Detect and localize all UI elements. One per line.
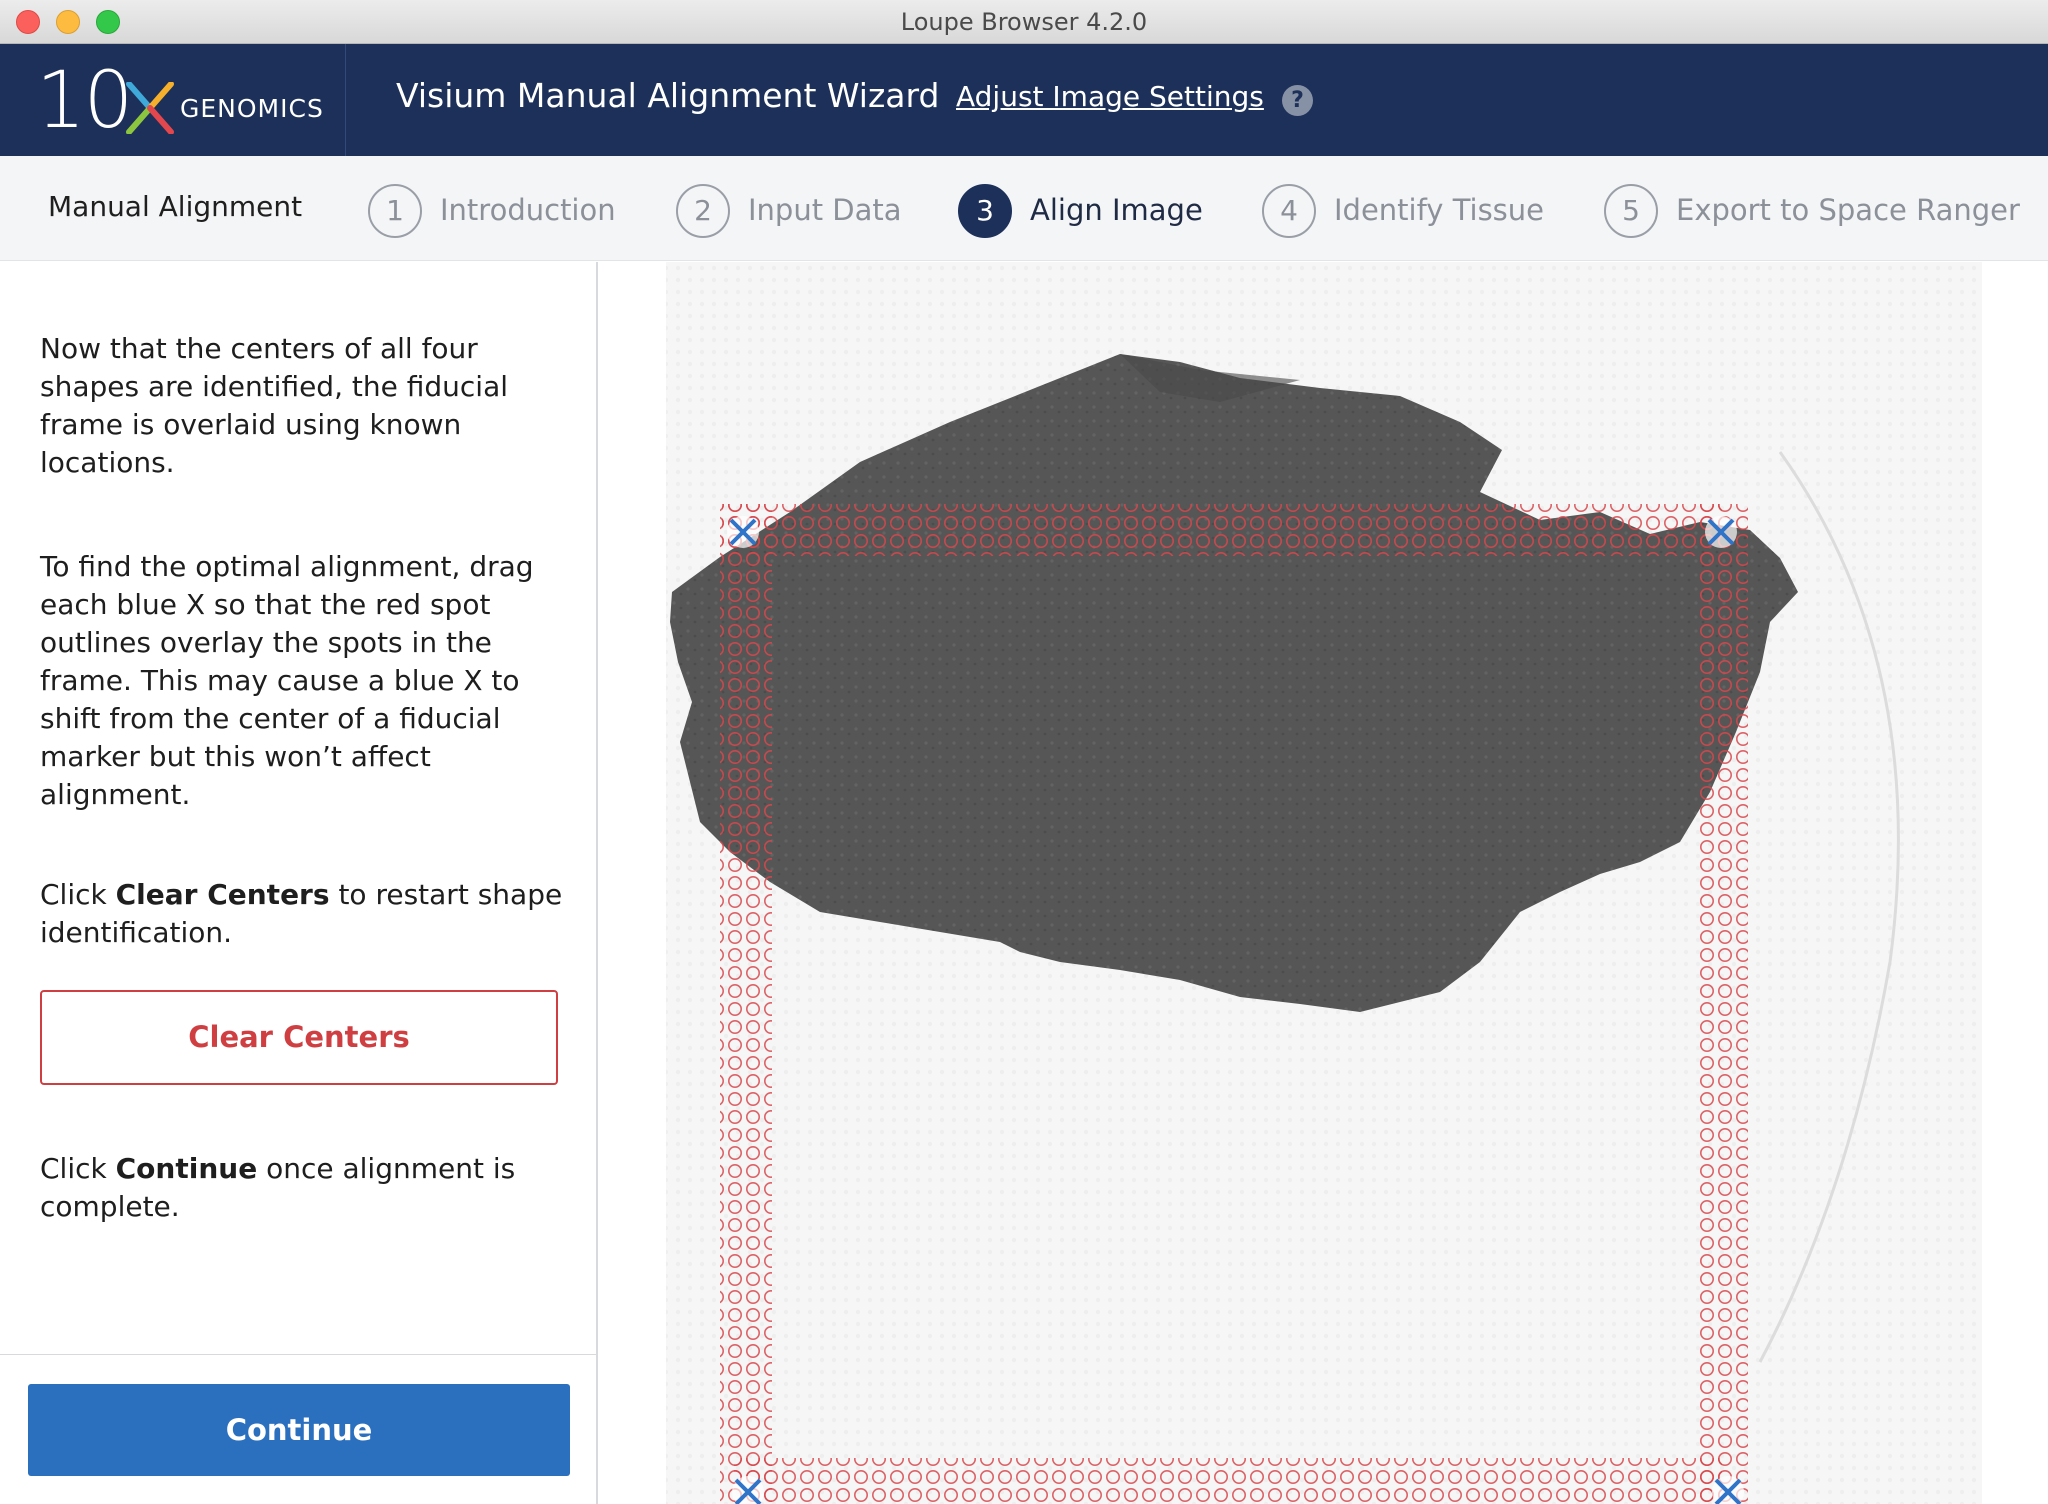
fiducial-top-band: [722, 504, 1722, 556]
clear-centers-button[interactable]: Clear Centers: [40, 990, 558, 1085]
adjust-image-settings-link[interactable]: Adjust Image Settings: [956, 80, 1264, 113]
step-export-to-space-ranger[interactable]: 5 Export to Space Ranger: [1604, 184, 2024, 238]
step-label: Input Data: [748, 193, 902, 227]
step-number: 5: [1604, 184, 1658, 238]
step-identify-tissue[interactable]: 4 Identify Tissue: [1262, 184, 1552, 238]
step-number: 2: [676, 184, 730, 238]
blue-x-handle-icon[interactable]: [1712, 1476, 1744, 1504]
wizard-steps-bar: Manual Alignment 1 Introduction 2 Input …: [0, 156, 2048, 261]
question-circle-icon[interactable]: ?: [1282, 85, 1313, 116]
logo-x-icon: [126, 82, 174, 134]
step-align-image[interactable]: 3 Align Image: [958, 184, 1208, 238]
slide-image-view[interactable]: [600, 262, 2048, 1504]
fiducial-left-band: [720, 504, 772, 1504]
instruction-paragraph: To find the optimal alignment, drag each…: [40, 550, 534, 811]
step-label: Align Image: [1030, 193, 1203, 227]
fiducial-right-band: [1696, 504, 1748, 1504]
step-label: Identify Tissue: [1334, 193, 1545, 227]
blue-x-handle-icon[interactable]: [1705, 516, 1737, 548]
fiducial-bottom-band: [734, 1458, 1722, 1504]
instruction-paragraph: Click Clear Centers to restart shape ide…: [40, 878, 563, 949]
continue-button[interactable]: Continue: [28, 1384, 570, 1476]
panel-divider: [0, 1354, 596, 1355]
window-titlebar: Loupe Browser 4.2.0: [0, 0, 2048, 44]
instruction-paragraph: Now that the centers of all four shapes …: [40, 332, 509, 479]
step-number: 1: [368, 184, 422, 238]
app-header: 10 GENOMICS Visium Manual Alignment Wiza…: [0, 44, 2048, 156]
logo-number: 10: [36, 56, 133, 146]
instructions-panel: Now that the centers of all four shapes …: [0, 262, 598, 1504]
step-number: 3: [958, 184, 1012, 238]
step-number: 4: [1262, 184, 1316, 238]
blue-x-handle-icon[interactable]: [727, 516, 759, 548]
logo: 10 GENOMICS: [0, 44, 346, 156]
page-title: Visium Manual Alignment Wizard: [396, 76, 940, 115]
step-label: Export to Space Ranger: [1676, 193, 2020, 227]
step-input-data[interactable]: 2 Input Data: [676, 184, 916, 238]
clear-centers-emphasis: Clear Centers: [115, 878, 330, 911]
steps-section-label: Manual Alignment: [48, 190, 303, 223]
continue-emphasis: Continue: [115, 1152, 258, 1185]
step-introduction[interactable]: 1 Introduction: [368, 184, 618, 238]
alignment-canvas[interactable]: [600, 262, 2048, 1504]
logo-text: GENOMICS: [180, 94, 324, 123]
window-title: Loupe Browser 4.2.0: [900, 8, 1148, 36]
instruction-paragraph: Click Continue once alignment is complet…: [40, 1152, 516, 1223]
step-label: Introduction: [440, 193, 616, 227]
blue-x-handle-icon[interactable]: [732, 1476, 764, 1504]
